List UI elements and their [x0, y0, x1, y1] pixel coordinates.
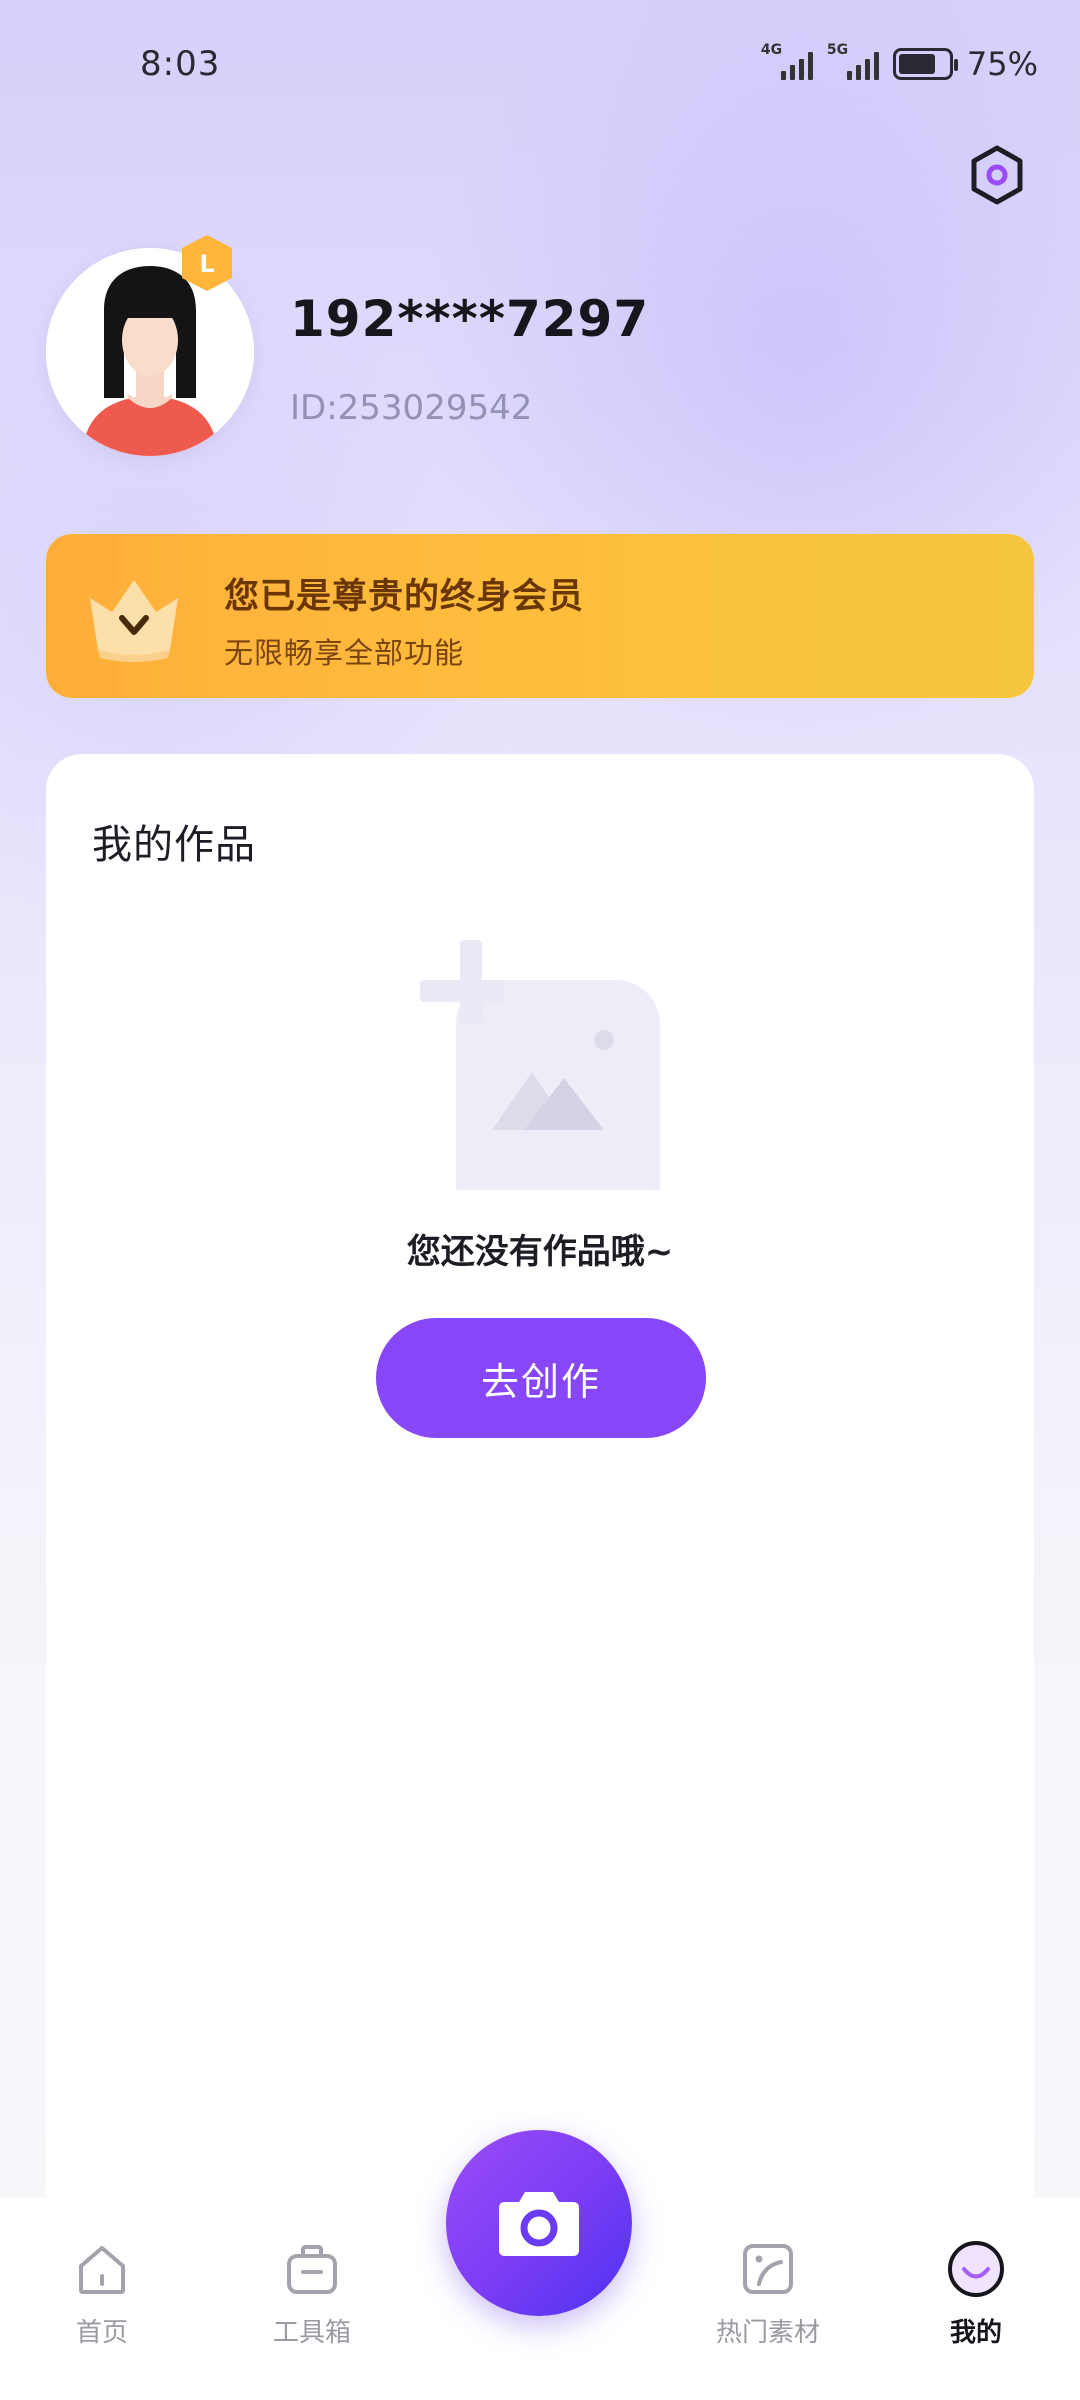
profile-icon: [948, 2241, 1004, 2297]
toolbox-icon: [287, 2245, 337, 2294]
username: 192****7297: [290, 290, 650, 348]
nav-item-hot-materials[interactable]: 热门素材: [688, 2238, 848, 2378]
nav-label-home: 首页: [75, 2318, 128, 2348]
nav-label-toolbox: 工具箱: [272, 2318, 351, 2348]
empty-image-icon: [420, 940, 660, 1190]
battery-icon: [892, 48, 958, 80]
home-icon: [79, 2246, 125, 2294]
hot-material-icon: [743, 2244, 793, 2294]
status-time: 8:03: [140, 44, 221, 84]
nav-label-mine: 我的: [949, 2318, 1002, 2348]
cellular-signal-icon: 4G: [761, 42, 813, 82]
vip-membership-banner[interactable]: 您已是尊贵的终身会员 无限畅享全部功能: [46, 534, 1034, 698]
crown-icon: [90, 580, 178, 662]
camera-button[interactable]: [446, 2130, 632, 2316]
vip-subtitle: 无限畅享全部功能: [224, 636, 465, 670]
cellular-signal-icon-2: 5G: [827, 42, 879, 82]
settings-hexagon-icon: [971, 145, 1023, 205]
status-bar: 8:03 4G 5G 75%: [0, 0, 1080, 130]
avatar-container[interactable]: L: [46, 235, 254, 456]
nav-item-mine[interactable]: 我的: [896, 2238, 1056, 2378]
battery-percent: 75%: [966, 45, 1038, 83]
camera-icon: [499, 2192, 579, 2256]
user-id: ID:253029542: [290, 388, 533, 428]
nav-item-home[interactable]: 首页: [22, 2238, 182, 2378]
nav-label-hot-materials: 热门素材: [715, 2318, 820, 2348]
nav-item-toolbox[interactable]: 工具箱: [232, 2238, 392, 2378]
vip-title: 您已是尊贵的终身会员: [224, 577, 585, 617]
settings-button[interactable]: [962, 140, 1032, 210]
svg-text:L: L: [199, 250, 214, 278]
empty-works-message: 您还没有作品哦~: [406, 1232, 674, 1272]
level-badge-icon: L: [182, 235, 232, 291]
my-works-card: 我的作品 您还没有作品哦~ 去创作: [46, 754, 1034, 2254]
status-icons: 4G 5G 75%: [761, 42, 1038, 84]
my-works-title: 我的作品: [92, 822, 256, 868]
go-create-button[interactable]: 去创作: [376, 1318, 706, 1438]
